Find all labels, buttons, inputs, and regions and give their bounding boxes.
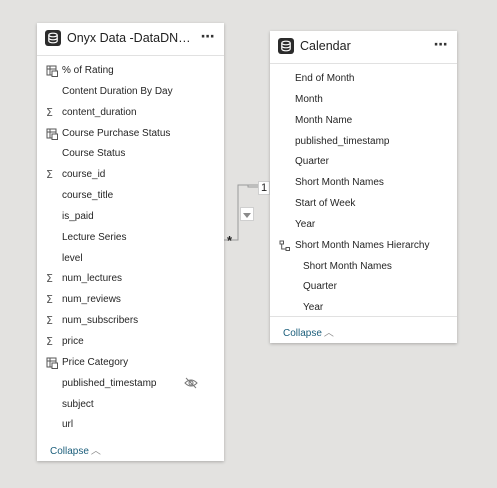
field-item[interactable]: Σnum_lectures <box>37 268 224 289</box>
calc-table-icon <box>46 65 58 77</box>
field-label: Start of Week <box>295 198 356 210</box>
onyx-table-card[interactable]: Onyx Data -DataDNA D... ⋯ % of Rating Con… <box>37 23 224 461</box>
table-icon <box>278 38 294 54</box>
field-label: num_lectures <box>62 273 123 285</box>
collapse-button[interactable]: Collapse ︿ <box>50 442 101 457</box>
collapse-label: Collapse <box>283 328 322 339</box>
collapse-label: Collapse <box>50 446 89 457</box>
field-label: Course Status <box>62 148 126 160</box>
field-item[interactable]: level <box>37 248 224 269</box>
field-label: num_subscribers <box>62 315 139 327</box>
field-item[interactable]: Σnum_reviews <box>37 289 224 310</box>
field-label: Price Category <box>62 356 129 368</box>
field-label: subject <box>62 398 94 410</box>
sigma-icon: Σ <box>46 272 53 286</box>
field-item[interactable]: is_paid <box>37 206 224 227</box>
sigma-icon: Σ <box>46 105 53 119</box>
table-header[interactable]: Calendar ⋯ <box>270 31 457 64</box>
field-label: price <box>62 335 84 347</box>
eye-hidden-icon[interactable] <box>184 377 198 389</box>
field-item[interactable]: Σcourse_id <box>37 164 224 185</box>
field-item[interactable]: Short Month Names Hierarchy <box>270 235 457 256</box>
field-label: content_duration <box>62 106 137 118</box>
card-footer: Collapse ︿ <box>270 316 457 343</box>
field-label: Month <box>295 93 323 105</box>
calc-table-icon <box>46 357 58 369</box>
chevron-up-icon: ︿ <box>90 446 101 457</box>
more-options-button[interactable]: ⋯ <box>198 29 218 47</box>
cross-filter-direction-icon[interactable] <box>240 207 254 221</box>
table-title: Calendar <box>300 39 351 53</box>
field-item[interactable]: Start of Week <box>270 193 457 214</box>
field-item[interactable]: Σcontent_duration <box>37 102 224 123</box>
field-label: Month Name <box>295 114 353 126</box>
field-label: % of Rating <box>62 65 114 76</box>
calc-table-icon <box>46 128 58 140</box>
calendar-table-card[interactable]: Calendar ⋯ End of Month Month Month Name pu… <box>270 31 457 343</box>
sigma-icon: Σ <box>46 314 53 328</box>
table-title: Onyx Data -DataDNA D... <box>67 31 195 45</box>
field-label: Lecture Series <box>62 231 127 243</box>
cardinality-one-label: 1 <box>258 181 271 195</box>
field-label: Course Purchase Status <box>62 127 171 139</box>
hierarchy-icon <box>279 240 291 252</box>
field-label: Short Month Names <box>303 260 392 272</box>
field-item[interactable]: Course Purchase Status <box>37 123 224 144</box>
field-item[interactable]: published_timestamp <box>37 373 224 394</box>
field-item[interactable]: % of Rating <box>37 60 224 81</box>
field-item[interactable]: Month Name <box>270 110 457 131</box>
field-list: % of Rating Content Duration By Day Σconte… <box>37 56 224 435</box>
more-options-button[interactable]: ⋯ <box>431 37 451 55</box>
field-label: Quarter <box>295 156 329 168</box>
field-label: Short Month Names Hierarchy <box>295 239 430 251</box>
field-item[interactable]: Lecture Series <box>37 227 224 248</box>
field-label: End of Month <box>295 73 355 84</box>
sigma-icon: Σ <box>46 334 53 348</box>
field-label: Short Month Names <box>295 177 384 189</box>
field-item[interactable]: Σprice <box>37 331 224 352</box>
triangle-down-icon <box>243 213 251 218</box>
field-label: Year <box>295 218 316 230</box>
card-footer: Collapse ︿ <box>37 435 224 461</box>
field-item[interactable]: subject <box>37 394 224 415</box>
field-item[interactable]: Σnum_subscribers <box>37 310 224 331</box>
field-item[interactable]: url <box>37 414 224 435</box>
field-item[interactable]: Quarter <box>270 151 457 172</box>
field-item[interactable]: End of Month <box>270 68 457 89</box>
field-item[interactable]: Year <box>270 214 457 235</box>
field-label: Content Duration By Day <box>62 85 173 97</box>
hierarchy-level-item[interactable]: Year <box>270 297 457 318</box>
field-label: published_timestamp <box>62 377 157 389</box>
cardinality-many-label: * <box>227 233 233 248</box>
field-label: Quarter <box>303 281 337 293</box>
hierarchy-level-item[interactable]: Short Month Names <box>270 256 457 277</box>
chevron-up-icon: ︿ <box>323 328 334 339</box>
hierarchy-level-item[interactable]: Quarter <box>270 276 457 297</box>
field-label: course_title <box>62 190 114 202</box>
field-label: is_paid <box>62 210 94 222</box>
field-label: num_reviews <box>62 294 121 306</box>
field-label: Year <box>303 302 324 314</box>
table-icon <box>45 30 61 46</box>
field-item[interactable]: Course Status <box>37 143 224 164</box>
field-item[interactable]: Price Category <box>37 352 224 373</box>
collapse-button[interactable]: Collapse ︿ <box>283 324 334 339</box>
field-label: published_timestamp <box>295 135 390 147</box>
field-label: level <box>62 252 83 264</box>
field-list: End of Month Month Month Name published_tim… <box>270 64 457 318</box>
field-item[interactable]: Month <box>270 89 457 110</box>
table-header[interactable]: Onyx Data -DataDNA D... ⋯ <box>37 23 224 56</box>
field-label: course_id <box>62 169 106 181</box>
field-item[interactable]: Content Duration By Day <box>37 81 224 102</box>
field-item[interactable]: Short Month Names <box>270 172 457 193</box>
field-item[interactable]: published_timestamp <box>270 131 457 152</box>
sigma-icon: Σ <box>46 293 53 307</box>
field-label: url <box>62 419 74 431</box>
sigma-icon: Σ <box>46 168 53 182</box>
field-item[interactable]: course_title <box>37 185 224 206</box>
